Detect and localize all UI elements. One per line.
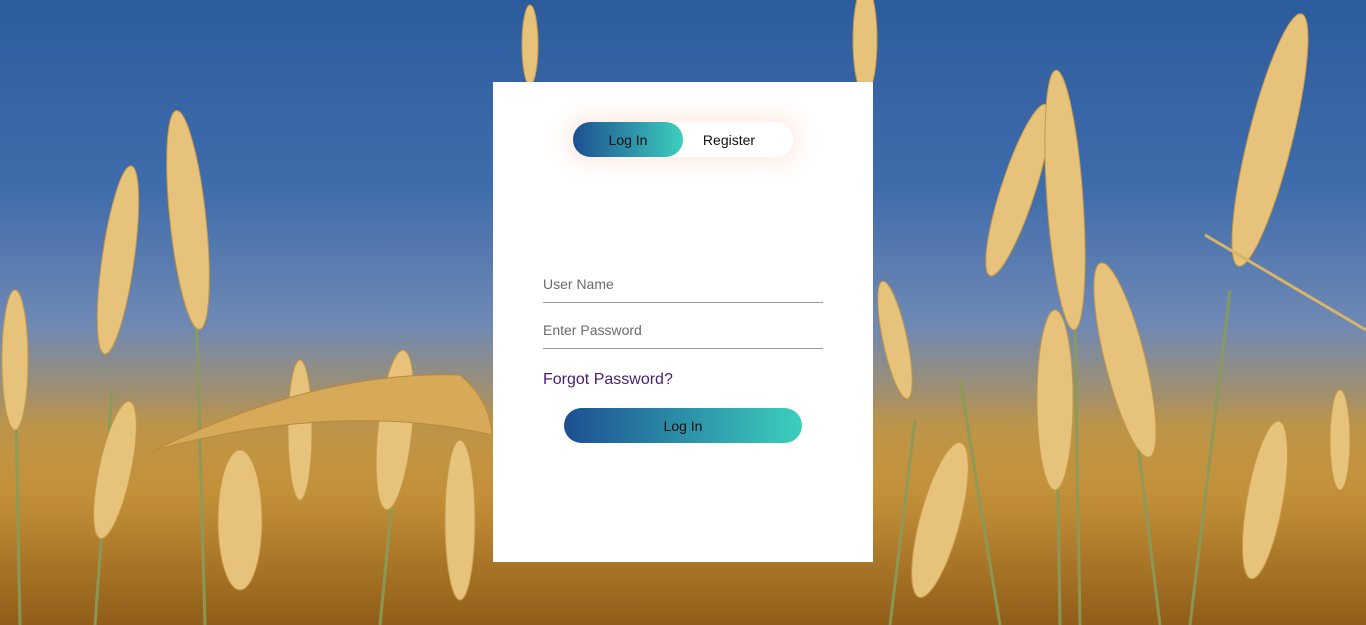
- login-submit-button[interactable]: Log In: [564, 408, 802, 443]
- password-input[interactable]: [543, 312, 823, 349]
- tab-login[interactable]: Log In: [573, 122, 683, 157]
- tab-register[interactable]: Register: [674, 122, 784, 157]
- username-input[interactable]: [543, 266, 823, 303]
- forgot-password-link[interactable]: Forgot Password?: [543, 371, 673, 389]
- login-card: Log In Register Forgot Password? Log In: [493, 82, 873, 562]
- auth-mode-toggle: Log In Register: [573, 122, 793, 157]
